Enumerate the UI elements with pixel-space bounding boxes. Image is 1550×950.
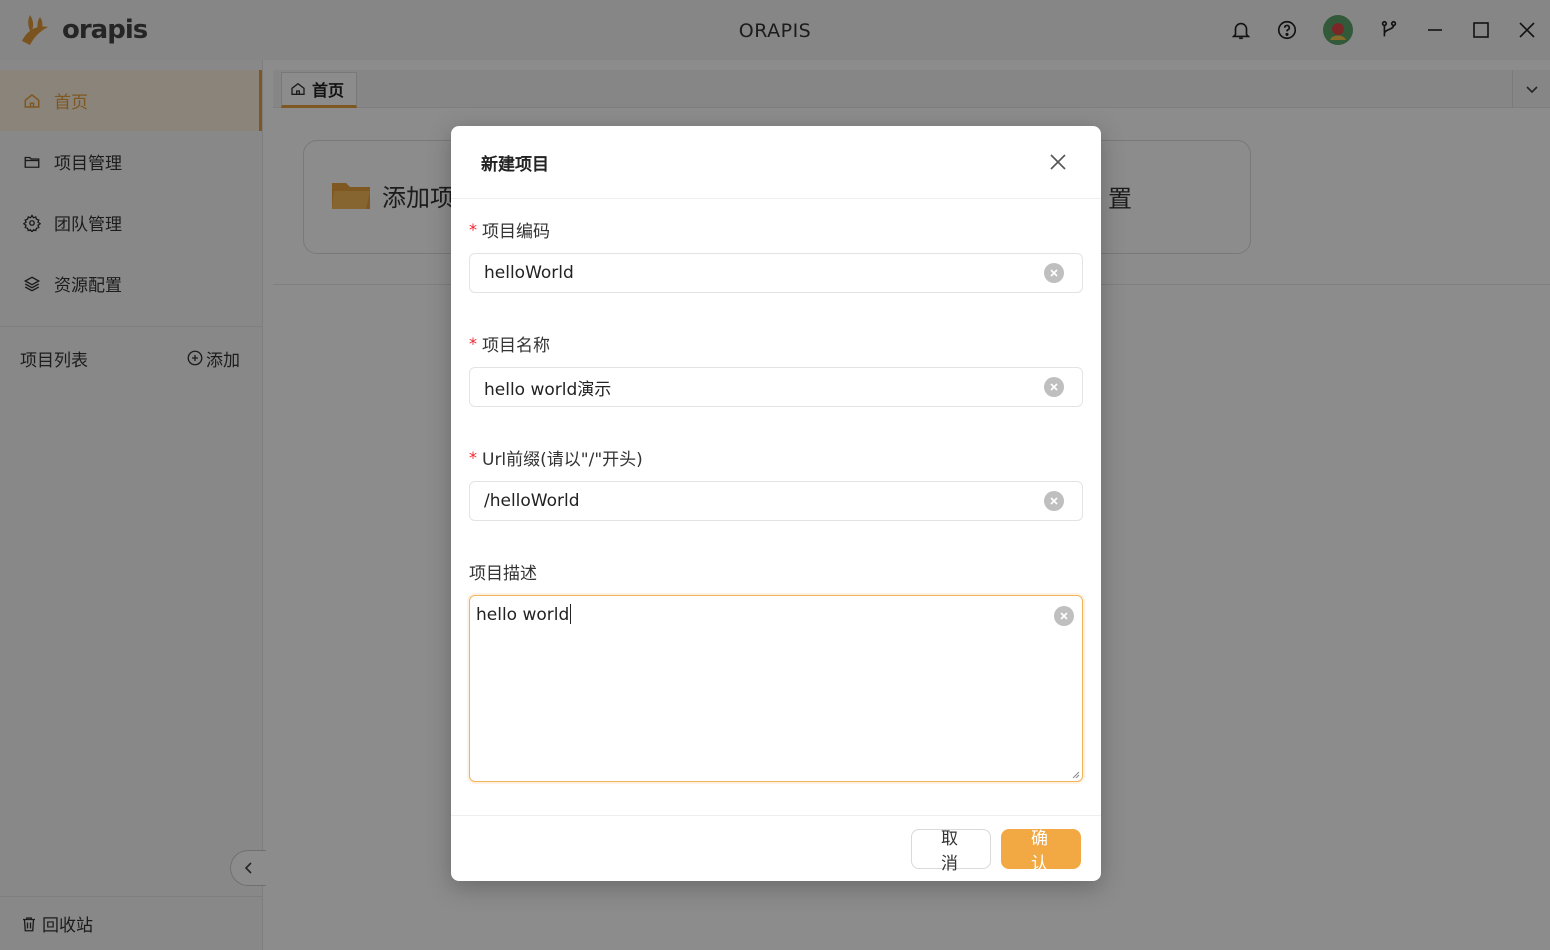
project-name-value: hello world演示: [484, 379, 612, 400]
desc-label-text: 项目描述: [469, 563, 537, 584]
dialog-header: 新建项目: [451, 126, 1101, 199]
confirm-button[interactable]: 确 认: [1001, 828, 1081, 873]
clear-name-icon[interactable]: [1044, 377, 1064, 397]
project-description-textarea[interactable]: hello world: [469, 595, 1083, 782]
cancel-button[interactable]: 取 消: [911, 828, 991, 873]
name-label: * 项目名称: [469, 329, 1083, 357]
clear-url-icon[interactable]: [1044, 491, 1064, 511]
close-icon: [1050, 154, 1066, 170]
required-mark: *: [469, 219, 477, 239]
clear-desc-icon[interactable]: [1054, 606, 1074, 626]
project-code-input[interactable]: helloWorld: [469, 253, 1083, 293]
desc-label: 项目描述: [469, 557, 1083, 585]
url-prefix-input[interactable]: /helloWorld: [469, 481, 1083, 521]
url-label: * Url前缀(请以"/"开头): [469, 443, 1083, 471]
project-code-value: helloWorld: [484, 263, 574, 283]
clear-code-icon[interactable]: [1044, 263, 1064, 283]
url-prefix-value: /helloWorld: [484, 491, 580, 511]
required-mark: *: [469, 447, 477, 467]
project-name-input[interactable]: hello world演示: [469, 367, 1083, 407]
code-label-text: 项目编码: [482, 221, 550, 242]
url-label-text: Url前缀(请以"/"开头): [482, 449, 643, 470]
dialog-body: * 项目编码 helloWorld * 项目名称 hello world演示 *…: [451, 199, 1101, 782]
dialog-close-button[interactable]: [1045, 149, 1071, 175]
project-description-value: hello world: [476, 605, 570, 625]
dialog-title: 新建项目: [481, 154, 549, 175]
code-label: * 项目编码: [469, 215, 1083, 243]
required-mark: *: [469, 333, 477, 353]
text-caret: [570, 604, 572, 624]
resize-handle-icon[interactable]: [1070, 769, 1080, 779]
new-project-dialog: 新建项目 * 项目编码 helloWorld * 项目名称 hello worl…: [451, 126, 1101, 881]
dialog-footer: 取 消 确 认: [451, 815, 1101, 881]
name-label-text: 项目名称: [482, 335, 550, 356]
